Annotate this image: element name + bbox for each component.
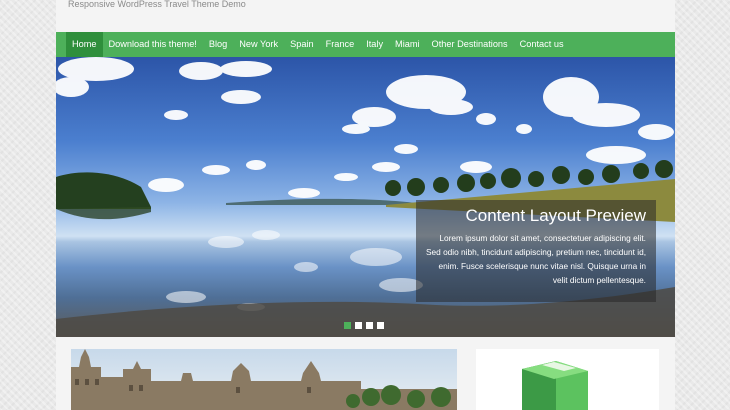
- slider-dot-1[interactable]: [344, 322, 351, 329]
- theme-promo-card[interactable]: [476, 349, 659, 410]
- nav-item-download[interactable]: Download this theme!: [103, 32, 203, 57]
- nav-item-new-york[interactable]: New York: [233, 32, 284, 57]
- slider-pagination: [344, 322, 384, 329]
- nav-item-home[interactable]: Home: [66, 32, 103, 57]
- slider-dot-3[interactable]: [366, 322, 373, 329]
- nav-item-other-destinations[interactable]: Other Destinations: [426, 32, 514, 57]
- nav-item-blog[interactable]: Blog: [203, 32, 233, 57]
- site-tagline: Responsive WordPress Travel Theme Demo: [68, 0, 246, 9]
- slide-caption: Content Layout Preview Lorem ipsum dolor…: [416, 200, 656, 302]
- hero-slider[interactable]: Content Layout Preview Lorem ipsum dolor…: [56, 57, 675, 337]
- city-skyline-image: [71, 349, 457, 410]
- nav-item-spain[interactable]: Spain: [284, 32, 320, 57]
- nav-item-contact[interactable]: Contact us: [514, 32, 570, 57]
- page-container: Responsive WordPress Travel Theme Demo H…: [56, 0, 675, 410]
- slide-caption-title[interactable]: Content Layout Preview: [426, 206, 647, 226]
- slider-dot-2[interactable]: [355, 322, 362, 329]
- slider-dot-4[interactable]: [377, 322, 384, 329]
- green-box-icon: [522, 361, 588, 410]
- post-thumbnail-city[interactable]: [71, 349, 457, 410]
- nav-item-france[interactable]: France: [320, 32, 361, 57]
- nav-item-italy[interactable]: Italy: [360, 32, 389, 57]
- main-navigation: Home Download this theme! Blog New York …: [56, 32, 675, 57]
- nav-item-miami[interactable]: Miami: [389, 32, 426, 57]
- slide-caption-text: Lorem ipsum dolor sit amet, consectetuer…: [426, 233, 647, 285]
